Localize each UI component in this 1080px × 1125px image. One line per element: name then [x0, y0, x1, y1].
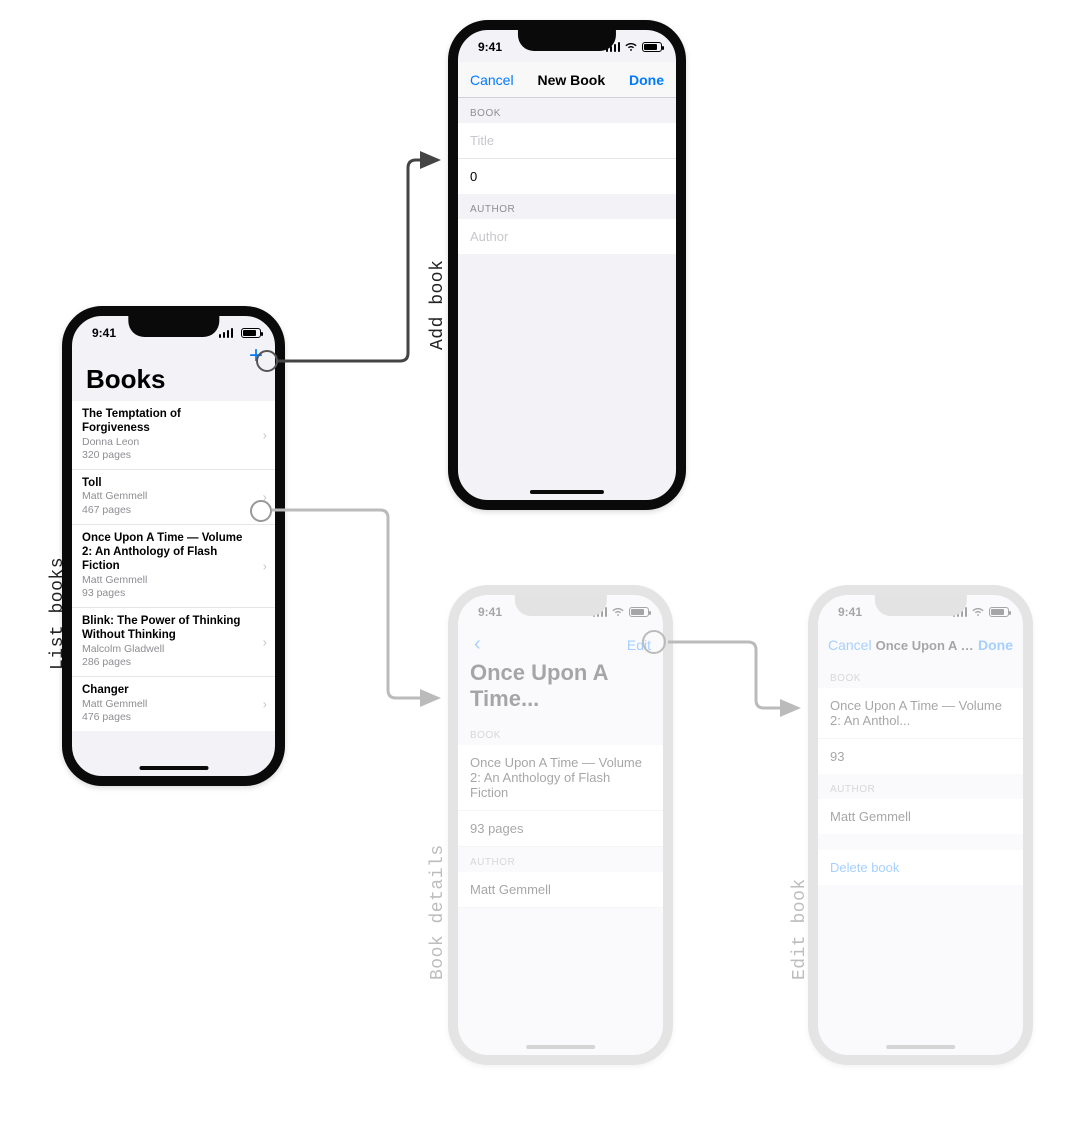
- book-pages: 93 pages: [82, 587, 247, 601]
- battery-icon: [989, 607, 1009, 617]
- pages-field[interactable]: 93: [818, 739, 1023, 774]
- book-author: Matt Gemmell: [82, 698, 247, 712]
- book-pages: 467 pages: [82, 504, 247, 518]
- book-title: The Temptation of Forgiveness: [82, 407, 247, 436]
- wifi-icon: [624, 40, 638, 55]
- book-author: Matt Gemmell: [82, 574, 247, 588]
- highlight-add-button: [256, 350, 278, 372]
- status-time: 9:41: [478, 40, 502, 54]
- notch: [514, 594, 606, 616]
- home-indicator: [139, 766, 208, 770]
- book-author: Malcolm Gladwell: [82, 643, 247, 657]
- back-button[interactable]: ‹: [470, 633, 481, 656]
- highlight-row-chevron: [250, 500, 272, 522]
- book-title: Once Upon A Time — Volume 2: An Antholog…: [82, 531, 247, 574]
- book-pages: 476 pages: [82, 711, 247, 725]
- book-title: Blink: The Power of Thinking Without Thi…: [82, 614, 247, 643]
- pages-field[interactable]: 0: [458, 159, 676, 194]
- author-field[interactable]: Author: [458, 219, 676, 254]
- book-author: Matt Gemmell: [82, 490, 247, 504]
- section-header-book: BOOK: [818, 663, 1023, 688]
- book-list[interactable]: The Temptation of Forgiveness Donna Leon…: [72, 401, 275, 731]
- book-author: Donna Leon: [82, 436, 247, 450]
- section-header-book: BOOK: [458, 98, 676, 123]
- modal-title: New Book: [537, 72, 605, 88]
- book-row[interactable]: Toll Matt Gemmell 467 pages ›: [72, 470, 275, 525]
- done-button[interactable]: Done: [978, 637, 1013, 653]
- notch: [518, 29, 616, 51]
- notch: [128, 315, 219, 337]
- book-title: Toll: [82, 476, 247, 490]
- done-button[interactable]: Done: [629, 72, 664, 88]
- book-title-value: Once Upon A Time — Volume 2: An Antholog…: [458, 745, 663, 811]
- edit-navbar: Cancel Once Upon A Time — Volu... Done: [818, 627, 1023, 663]
- section-header-author: AUTHOR: [458, 847, 663, 872]
- book-pages-value: 93 pages: [458, 811, 663, 847]
- cancel-button[interactable]: Cancel: [828, 637, 872, 653]
- phone-add-book: 9:41 Cancel New Book Done BOOK Title 0 A…: [448, 20, 686, 510]
- book-row[interactable]: The Temptation of Forgiveness Donna Leon…: [72, 401, 275, 470]
- book-pages: 286 pages: [82, 656, 247, 670]
- chevron-right-icon: ›: [263, 696, 267, 711]
- book-pages: 320 pages: [82, 449, 247, 463]
- chevron-right-icon: ›: [263, 428, 267, 443]
- delete-book-button[interactable]: Delete book: [818, 850, 1023, 885]
- cancel-button[interactable]: Cancel: [470, 72, 514, 88]
- title-field[interactable]: Title: [458, 123, 676, 159]
- section-header-author: AUTHOR: [458, 194, 676, 219]
- author-field[interactable]: Matt Gemmell: [818, 799, 1023, 834]
- battery-icon: [241, 328, 261, 338]
- phone-list-books: 9:41 + Books The Temptation of Forgivene…: [62, 306, 285, 786]
- book-row[interactable]: Once Upon A Time — Volume 2: An Antholog…: [72, 525, 275, 608]
- battery-icon: [629, 607, 649, 617]
- caption-book-details: Book details: [428, 844, 448, 980]
- highlight-edit-button: [642, 630, 666, 654]
- book-row[interactable]: Blink: The Power of Thinking Without Thi…: [72, 608, 275, 677]
- home-indicator: [526, 1045, 596, 1049]
- home-indicator: [530, 490, 604, 494]
- edit-title: Once Upon A Time — Volu...: [872, 638, 978, 653]
- phone-edit-book: 9:41 Cancel Once Upon A Time — Volu... D…: [808, 585, 1033, 1065]
- caption-add-book: Add book: [428, 260, 448, 350]
- modal-navbar: Cancel New Book Done: [458, 62, 676, 98]
- notch: [874, 594, 966, 616]
- wifi-icon: [971, 605, 985, 620]
- book-row[interactable]: Changer Matt Gemmell 476 pages ›: [72, 677, 275, 731]
- chevron-right-icon: ›: [263, 635, 267, 650]
- title-field[interactable]: Once Upon A Time — Volume 2: An Anthol..…: [818, 688, 1023, 739]
- section-header-book: BOOK: [458, 720, 663, 745]
- book-title: Changer: [82, 683, 247, 697]
- caption-edit-book: Edit book: [790, 878, 810, 980]
- details-title: Once Upon A Time...: [458, 656, 663, 720]
- page-title: Books: [72, 362, 275, 401]
- status-time: 9:41: [92, 326, 116, 340]
- section-header-author: AUTHOR: [818, 774, 1023, 799]
- battery-icon: [642, 42, 662, 52]
- home-indicator: [886, 1045, 956, 1049]
- phone-book-details: 9:41 ‹ Edit Once Upon A Time... BOOK Onc…: [448, 585, 673, 1065]
- status-time: 9:41: [838, 605, 862, 619]
- book-author-value: Matt Gemmell: [458, 872, 663, 908]
- chevron-right-icon: ›: [263, 558, 267, 573]
- signal-icon: [219, 328, 234, 338]
- status-time: 9:41: [478, 605, 502, 619]
- wifi-icon: [611, 605, 625, 620]
